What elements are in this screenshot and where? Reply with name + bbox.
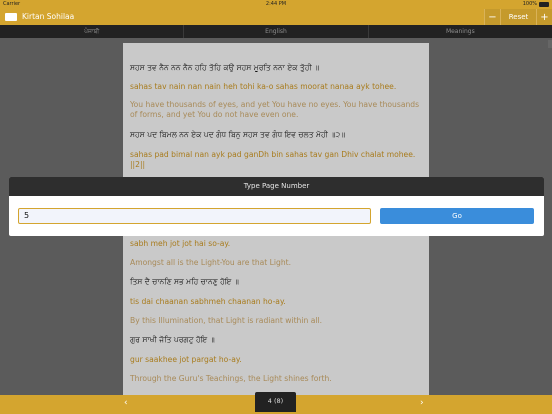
page-indicator[interactable]: 4 (8) [255,392,296,412]
bottom-toolbar: ‹ 4 (8) › [0,392,552,414]
transliteration-line: sahas pad bimal nan ayk pad ganDh bin sa… [130,150,416,169]
previous-page-icon[interactable]: ‹ [124,398,128,408]
gurmukhi-line: ਸਹਸ ਤਵ ਨੈਨ ਨਨ ਨੈਨ ਹਹਿ ਤੋਹਿ ਕਉ ਸਹਸ ਮੂਰਤਿ … [130,63,320,72]
font-size-controls: − Reset + [484,9,552,25]
meaning-line: You have thousands of eyes, and yet You … [130,100,420,119]
meaning-line: By this Illumination, that Light is radi… [130,316,322,325]
book-icon[interactable] [5,13,17,21]
clock: 2:44 PM [265,1,287,7]
battery-icon [539,1,549,7]
go-button[interactable]: Go [380,208,534,224]
page-number-input[interactable]: 5 [18,208,371,224]
meaning-line: Amongst all is the Light-You are that Li… [130,258,292,267]
transliteration-line: tis dai chaanan sabhmeh chaanan ho-ay. [130,297,286,306]
scroll-indicator[interactable] [548,40,552,48]
tab-english[interactable]: English [184,25,369,38]
tab-punjabi[interactable]: ਪੰਜਾਬੀ [0,25,185,38]
battery-status: 100% [523,1,549,7]
transliteration-line: sahas tav nain nan nain heh tohi ka-o sa… [130,82,397,91]
increase-font-button[interactable]: + [536,9,552,25]
transliteration-line: sabh meh jot jot hai so-ay. [130,239,231,248]
next-page-icon[interactable]: › [420,398,424,408]
battery-percent: 100% [522,1,537,7]
transliteration-line: gur saakhee jot pargat ho-ay. [130,355,242,364]
status-bar: Carrier 2:44 PM 100% [0,0,552,9]
gurmukhi-line: ਸਹਸ ਪਦ ਬਿਮਲ ਨਨ ਏਕ ਪਦ ਗੰਧ ਬਿਨੁ ਸਹਸ ਤਵ ਗੰਧ… [130,130,346,139]
gurmukhi-line: ਗੁਰ ਸਾਖੀ ਜੋਤਿ ਪਰਗਟੁ ਹੋਇ ॥ [130,335,215,344]
gurmukhi-line: ਤਿਸ ਦੈ ਚਾਨਣਿ ਸਭ ਮਹਿ ਚਾਨਣੁ ਹੋਇ ॥ [130,277,239,286]
language-tabs: ਪੰਜਾਬੀ English Meanings [0,25,552,38]
tab-meanings[interactable]: Meanings [369,25,552,38]
decrease-font-button[interactable]: − [484,9,500,25]
reset-button[interactable]: Reset [500,9,536,25]
navigation-bar: Kirtan Sohilaa − Reset + [0,9,552,25]
dialog-title: Type Page Number [9,177,544,196]
meaning-line: Through the Guru's Teachings, the Light … [130,374,332,383]
page-title: Kirtan Sohilaa [22,12,75,21]
page-number-dialog: Type Page Number 5 Go [9,177,544,236]
